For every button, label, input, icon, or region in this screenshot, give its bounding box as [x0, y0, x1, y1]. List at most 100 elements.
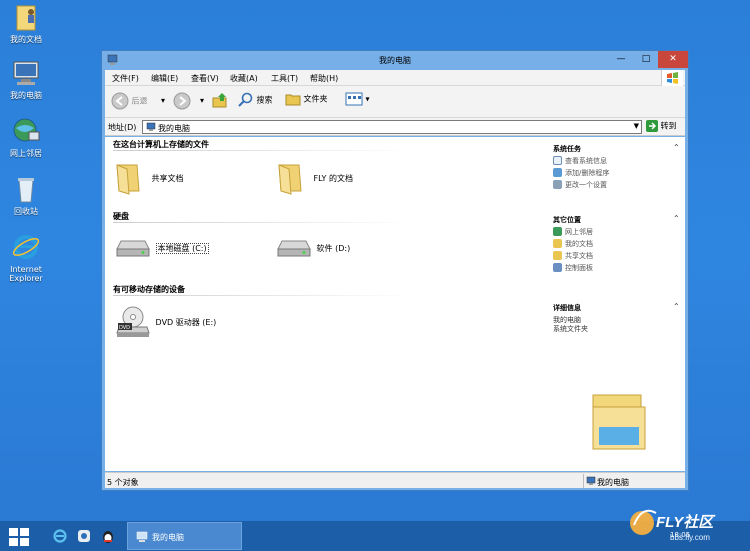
views-dropdown-icon: ▾: [365, 94, 370, 104]
minimize-button[interactable]: —: [608, 51, 634, 68]
views-icon: [345, 92, 363, 106]
folder-icon: [278, 164, 302, 195]
item-label: 本地磁盘 (C:): [155, 242, 209, 254]
toolbar: 后退 ▾ ▾ 搜索 文件夹 ▾: [105, 86, 685, 118]
menu-favorites[interactable]: 收藏(A): [230, 73, 258, 84]
title-bar[interactable]: 我的电脑 — □ ✕: [102, 51, 688, 70]
collapse-chevron-icon[interactable]: ⌃: [673, 143, 680, 152]
qq-penguin-icon[interactable]: [100, 528, 116, 544]
item-fly-documents[interactable]: FLY 的文档: [275, 161, 353, 195]
settings-icon: [553, 180, 562, 189]
section-divider: [113, 222, 413, 223]
folder-icon: [116, 164, 140, 195]
go-button[interactable]: 转到: [646, 120, 677, 132]
fly-community-watermark: FLY社区 bbs.fly.com: [626, 495, 750, 547]
place-control-panel[interactable]: 控制面板: [553, 263, 593, 273]
forward-dropdown-icon[interactable]: ▾: [200, 96, 204, 105]
place-shared-documents[interactable]: 共享文档: [553, 251, 593, 261]
desktop-icon-my-computer[interactable]: 我的电脑: [3, 58, 49, 100]
status-object-count: 5 个对象: [107, 478, 139, 487]
address-dropdown-icon[interactable]: ▼: [634, 122, 639, 130]
item-software-d[interactable]: 软件 (D:): [276, 237, 350, 259]
menu-view[interactable]: 查看(V): [191, 73, 219, 84]
details-type: 系统文件夹: [553, 325, 588, 333]
back-label: 后退: [131, 96, 148, 106]
views-button[interactable]: ▾: [345, 92, 370, 106]
system-tasks-heading: 系统任务: [553, 145, 581, 153]
place-label: 控制面板: [565, 264, 593, 272]
address-field[interactable]: 我的电脑 ▼: [142, 120, 642, 134]
address-bar: 地址(D) 我的电脑 ▼ 转到: [105, 118, 685, 136]
forward-button[interactable]: [173, 92, 191, 112]
computer-small-icon: [136, 531, 148, 542]
computer-small-icon: [586, 476, 596, 485]
search-button[interactable]: 搜索: [238, 92, 273, 108]
close-button[interactable]: ✕: [658, 51, 688, 68]
maximize-button[interactable]: □: [634, 51, 658, 68]
task-add-remove-programs[interactable]: 添加/删除程序: [553, 168, 609, 178]
network-globe-icon: [13, 118, 40, 142]
place-label: 共享文档: [565, 252, 593, 260]
item-label: 共享文档: [151, 173, 184, 183]
task-view-system-info[interactable]: 查看系统信息: [553, 156, 607, 166]
folders-button[interactable]: 文件夹: [285, 92, 328, 106]
collapse-chevron-icon[interactable]: ⌃: [673, 214, 680, 223]
go-arrow-icon: [646, 120, 658, 132]
windows-logo-icon: [661, 70, 683, 86]
menu-help[interactable]: 帮助(H): [310, 73, 338, 84]
menu-tools[interactable]: 工具(T): [271, 73, 298, 84]
menu-bar: 文件(F) 编辑(E) 查看(V) 收藏(A) 工具(T) 帮助(H): [105, 70, 685, 86]
computer-small-icon: [146, 122, 156, 131]
item-label: DVD 驱动器 (E:): [155, 317, 217, 327]
folder-icon: [553, 239, 562, 248]
desktop-icon-my-documents[interactable]: 我的文档: [3, 2, 49, 44]
up-folder-button[interactable]: [211, 91, 229, 111]
task-label: 添加/删除程序: [565, 169, 610, 177]
task-change-setting[interactable]: 更改一个设置: [553, 180, 607, 190]
taskbar-item-label: 我的电脑: [152, 533, 184, 542]
up-folder-icon: [212, 93, 227, 108]
start-button[interactable]: [8, 527, 30, 547]
desktop-icon-label: 网上邻居: [10, 149, 42, 158]
section-divider: [113, 150, 413, 151]
folder-user-icon: [16, 5, 36, 31]
desktop-icon-network[interactable]: 网上邻居: [3, 116, 49, 158]
place-network[interactable]: 网上邻居: [553, 227, 593, 237]
address-label: 地址(D): [108, 123, 137, 132]
desktop-icon-internet-explorer[interactable]: Internet Explorer: [3, 232, 49, 283]
other-places-heading: 其它位置: [553, 216, 581, 224]
watermark-site: bbs.fly.com: [670, 533, 710, 542]
control-panel-icon: [553, 263, 562, 272]
menu-file[interactable]: 文件(F): [112, 73, 139, 84]
fly-logo: FLY社区 bbs.fly.com: [630, 509, 716, 542]
menu-edit[interactable]: 编辑(E): [151, 73, 178, 84]
desktop-icon-recycle-bin[interactable]: 回收站: [3, 174, 49, 216]
desktop-icon-label: 我的文档: [10, 35, 42, 44]
back-dropdown-icon[interactable]: ▾: [161, 96, 165, 105]
task-label: 查看系统信息: [565, 157, 607, 165]
section-divider: [113, 295, 413, 296]
address-value: 我的电脑: [158, 124, 190, 133]
back-button[interactable]: 后退: [111, 92, 148, 110]
hard-disk-icon: [116, 240, 150, 257]
hard-disk-icon: [277, 240, 311, 257]
place-label: 我的文档: [565, 240, 593, 248]
item-shared-documents[interactable]: 共享文档: [113, 161, 184, 195]
folders-label: 文件夹: [303, 94, 328, 104]
folder-icon: [285, 94, 301, 106]
place-my-documents[interactable]: 我的文档: [553, 239, 593, 249]
large-folder-icon: [592, 394, 646, 450]
item-label: FLY 的文档: [313, 173, 353, 183]
forward-arrow-icon: [173, 92, 191, 110]
collapse-chevron-icon[interactable]: ⌃: [673, 302, 680, 311]
dvd-drive-icon: DVD: [116, 306, 150, 337]
taskbar-item-my-computer[interactable]: 我的电脑: [127, 522, 242, 550]
item-local-disk-c[interactable]: 本地磁盘 (C:): [115, 237, 209, 259]
item-dvd-drive-e[interactable]: DVD DVD 驱动器 (E:): [115, 305, 216, 339]
window-title: 我的电脑: [379, 56, 411, 65]
svg-text:DVD: DVD: [119, 325, 130, 331]
details-heading: 详细信息: [553, 304, 581, 312]
internet-explorer-icon[interactable]: [52, 528, 68, 544]
desktop-icon-label: 回收站: [14, 207, 38, 216]
app-launcher-icon[interactable]: [76, 528, 92, 544]
